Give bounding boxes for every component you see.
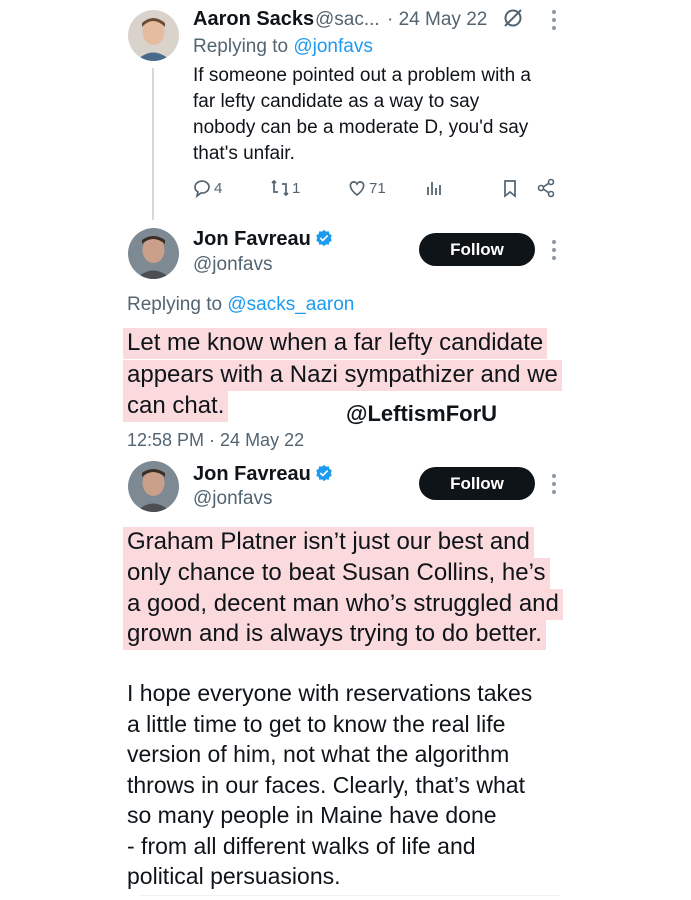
text-line: that's unfair. bbox=[193, 143, 295, 164]
jon-avatar-image bbox=[128, 228, 179, 279]
author-name[interactable]: Jon Favreau bbox=[193, 463, 333, 486]
divider bbox=[140, 895, 560, 896]
views-icon bbox=[427, 182, 441, 195]
author-handle[interactable]: @jonfavs bbox=[193, 254, 273, 276]
highlighted-text-line: only chance to beat Susan Collins, he’s bbox=[123, 558, 550, 589]
bookmark-icon bbox=[504, 180, 516, 198]
heart-icon bbox=[349, 181, 365, 197]
tweet-date[interactable]: · 24 May 22 bbox=[387, 9, 487, 31]
repost-count: 1 bbox=[292, 179, 301, 197]
follow-button[interactable]: Follow bbox=[419, 233, 535, 266]
jon-avatar-image bbox=[128, 461, 179, 512]
avatar-jon-favreau[interactable] bbox=[128, 228, 179, 279]
repost-icon bbox=[271, 179, 289, 197]
text-line: nobody can be a moderate D, you'd say bbox=[193, 117, 529, 138]
highlighted-text-line: grown and is always trying to do better. bbox=[123, 619, 546, 650]
author-handle[interactable]: @jonfavs bbox=[193, 488, 273, 510]
author-name[interactable]: Jon Favreau bbox=[193, 228, 333, 251]
reply-icon bbox=[194, 180, 210, 198]
replying-to: Replying to @sacks_aaron bbox=[127, 294, 354, 316]
bookmark-button[interactable] bbox=[500, 178, 522, 198]
more-options-icon[interactable] bbox=[551, 10, 557, 34]
highlighted-text-line: a good, decent man who’s struggled and bbox=[123, 589, 563, 620]
tweet-timestamp[interactable]: 12:58 PM · 24 May 22 bbox=[127, 430, 304, 451]
reply-count: 4 bbox=[214, 179, 223, 197]
author-handle[interactable]: @sac... bbox=[315, 9, 380, 31]
tweet-text: If someone pointed out a problem with a … bbox=[193, 63, 531, 167]
text-line: political persuasions. bbox=[127, 863, 341, 889]
author-name-text: Jon Favreau bbox=[193, 228, 311, 250]
aaron-avatar-image bbox=[128, 10, 179, 61]
replying-prefix: Replying to bbox=[127, 294, 223, 315]
avatar-aaron-sacks[interactable] bbox=[128, 10, 179, 61]
like-button[interactable]: 71 bbox=[347, 178, 386, 198]
watermark: @LeftismForU bbox=[346, 401, 498, 426]
replying-to: Replying to @jonfavs bbox=[193, 36, 373, 58]
author-name-text: Jon Favreau bbox=[193, 463, 311, 485]
verified-badge-icon[interactable] bbox=[315, 229, 333, 247]
more-options-icon[interactable] bbox=[551, 240, 557, 264]
views-button[interactable] bbox=[424, 178, 446, 198]
replying-prefix: Replying to bbox=[193, 36, 289, 57]
reply-button[interactable]: 4 bbox=[192, 178, 222, 198]
text-line: version of him, not what the algorithm bbox=[127, 741, 510, 767]
highlighted-text-line: can chat. bbox=[123, 391, 229, 422]
author-name[interactable]: Aaron Sacks bbox=[193, 8, 314, 31]
highlighted-text-line: Graham Platner isn’t just our best and bbox=[123, 527, 534, 558]
highlighted-text-line: appears with a Nazi sympathizer and we bbox=[123, 360, 562, 391]
share-button[interactable] bbox=[536, 178, 558, 198]
text-line: throws in our faces. Clearly, that’s wha… bbox=[127, 772, 525, 798]
thread-connector-line bbox=[152, 68, 154, 220]
text-line: far lefty candidate as a way to say bbox=[193, 91, 480, 112]
text-line: a little time to get to know the real li… bbox=[127, 711, 506, 737]
text-line: If someone pointed out a problem with a bbox=[193, 65, 531, 86]
text-line: so many people in Maine have done bbox=[127, 802, 497, 828]
share-icon bbox=[537, 178, 555, 198]
highlighted-text-line: Let me know when a far lefty candidate bbox=[123, 328, 548, 359]
more-options-icon[interactable] bbox=[551, 474, 557, 498]
follow-button[interactable]: Follow bbox=[419, 467, 535, 500]
repost-button[interactable]: 1 bbox=[270, 178, 300, 198]
avatar-jon-favreau[interactable] bbox=[128, 461, 179, 512]
verified-badge-icon[interactable] bbox=[315, 464, 333, 482]
text-line: - from all different walks of life and bbox=[127, 833, 476, 859]
like-count: 71 bbox=[369, 179, 386, 197]
grok-icon[interactable] bbox=[502, 7, 524, 29]
text-line: I hope everyone with reservations takes bbox=[127, 680, 533, 706]
replying-to-link[interactable]: @sacks_aaron bbox=[227, 294, 354, 315]
replying-to-link[interactable]: @jonfavs bbox=[293, 36, 373, 57]
